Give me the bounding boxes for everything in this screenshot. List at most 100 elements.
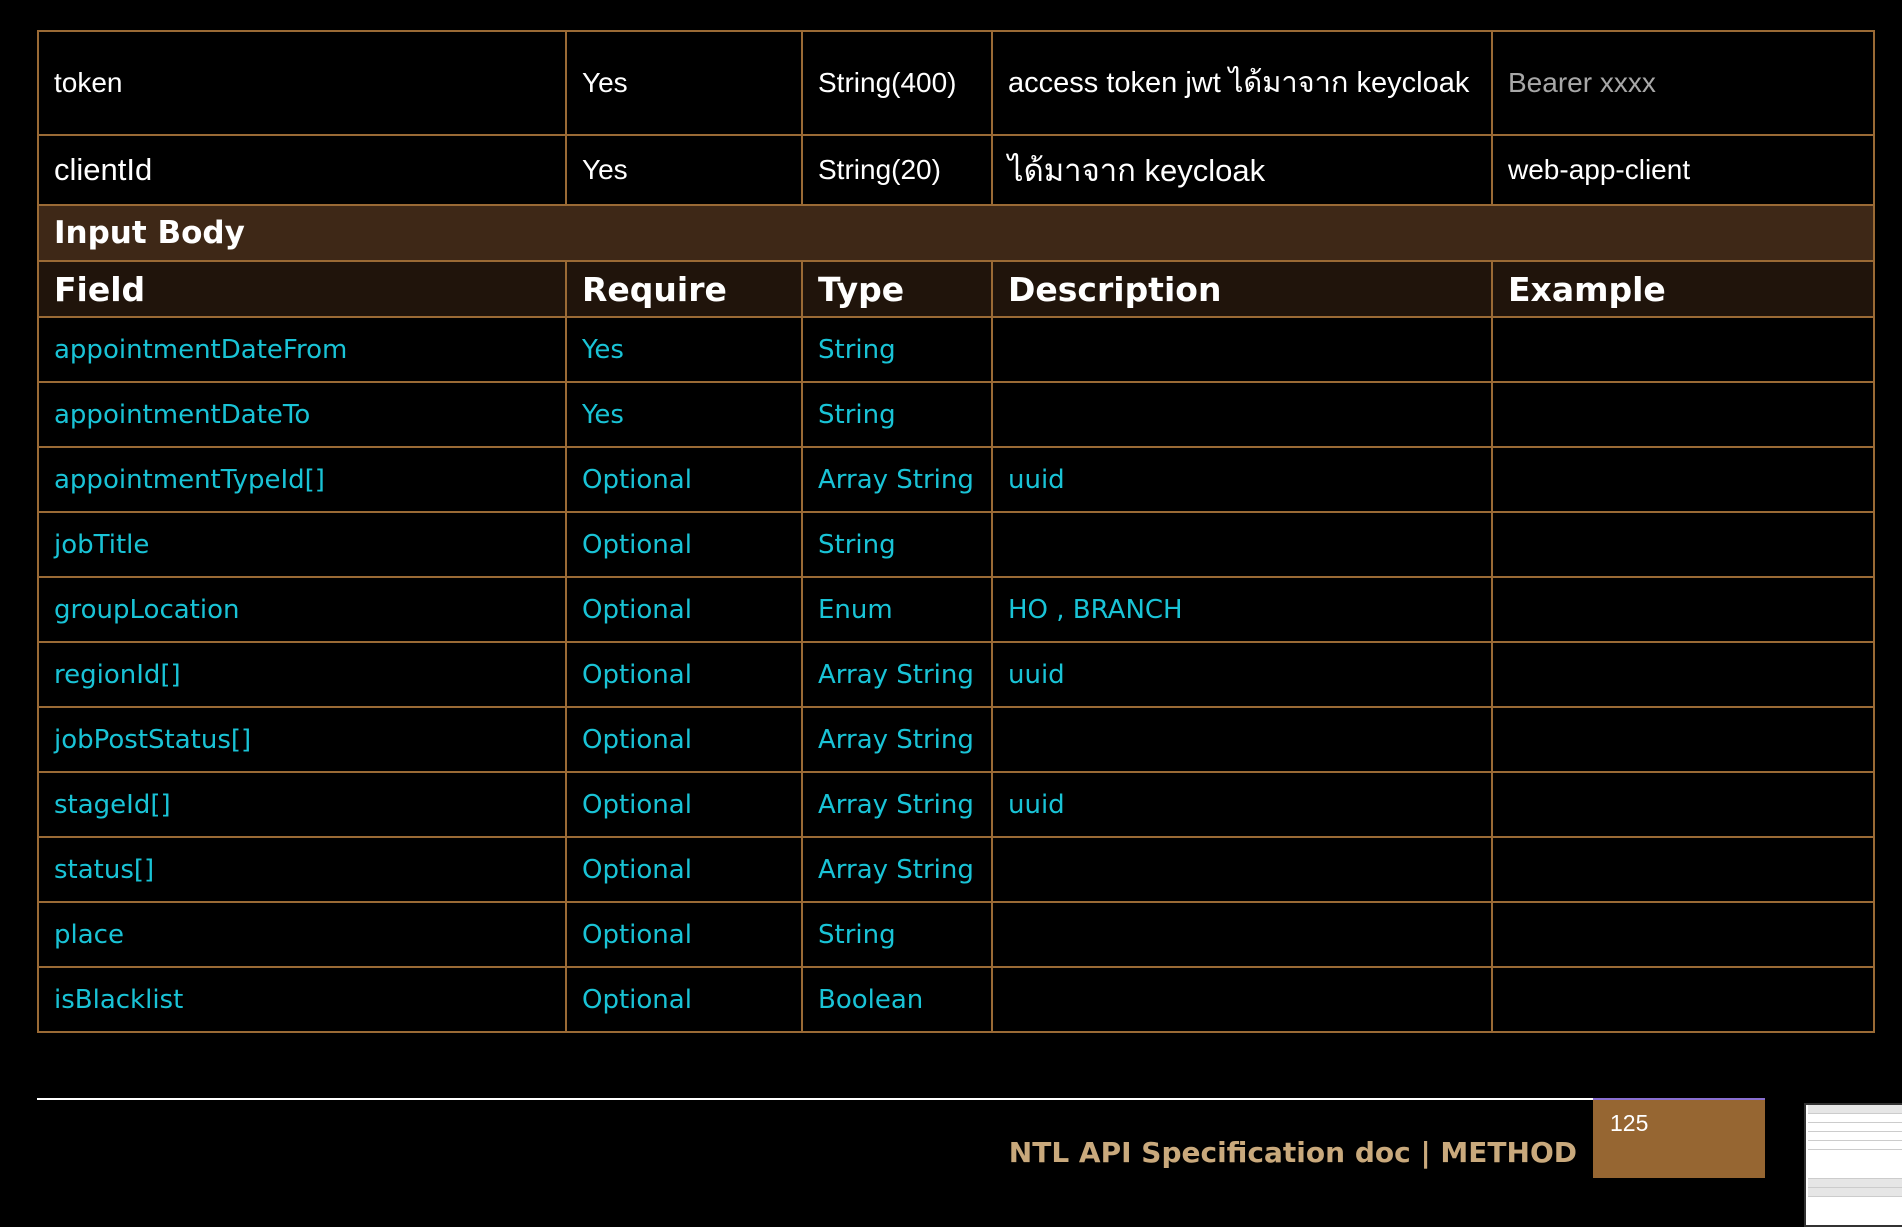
example-cell — [1491, 511, 1875, 578]
field-name-cell: regionId[] — [37, 641, 567, 708]
page-number-box: 125 — [1593, 1098, 1765, 1178]
description-cell — [991, 901, 1493, 968]
column-header-row: Field Require Type Description Example — [37, 260, 1875, 318]
require-cell: Optional — [565, 511, 803, 578]
column-header-require: Require — [565, 260, 803, 318]
description-cell: uuid — [991, 446, 1493, 513]
require-cell: Yes — [565, 316, 803, 383]
column-header-type: Type — [801, 260, 993, 318]
description-cell: HO , BRANCH — [991, 576, 1493, 643]
description-cell — [991, 316, 1493, 383]
table-row: isBlacklist Optional Boolean — [37, 966, 1875, 1033]
field-name-cell: jobTitle — [37, 511, 567, 578]
header-description-cell: access token jwt ได้มาจาก keycloak — [991, 30, 1493, 136]
description-cell: uuid — [991, 641, 1493, 708]
column-header-example: Example — [1491, 260, 1875, 318]
header-field-cell: token — [37, 30, 567, 136]
field-name-cell: jobPostStatus[] — [37, 706, 567, 773]
thumbnail-line — [1808, 1114, 1902, 1123]
description-cell: uuid — [991, 771, 1493, 838]
header-field-cell: clientId — [37, 134, 567, 206]
table-row: appointmentDateFrom Yes String — [37, 316, 1875, 383]
field-name-cell: place — [37, 901, 567, 968]
table-row: appointmentTypeId[] Optional Array Strin… — [37, 446, 1875, 513]
description-cell — [991, 966, 1493, 1033]
table-row: appointmentDateTo Yes String — [37, 381, 1875, 448]
require-cell: Optional — [565, 771, 803, 838]
field-name-cell: groupLocation — [37, 576, 567, 643]
description-cell — [991, 706, 1493, 773]
header-require-cell: Yes — [565, 30, 803, 136]
type-cell: Array String — [801, 446, 993, 513]
footer-title: NTL API Specification doc | METHOD — [1008, 1136, 1577, 1169]
api-spec-table: token Yes String(400) access token jwt ไ… — [37, 30, 1875, 1033]
header-type-cell: String(20) — [801, 134, 993, 206]
header-example-cell: Bearer xxxx — [1491, 30, 1875, 136]
example-cell — [1491, 316, 1875, 383]
section-row: Input Body — [37, 204, 1875, 262]
require-cell: Optional — [565, 446, 803, 513]
example-cell — [1491, 901, 1875, 968]
thumbnail-line — [1808, 1141, 1902, 1150]
header-require-cell: Yes — [565, 134, 803, 206]
type-cell: String — [801, 511, 993, 578]
example-cell — [1491, 706, 1875, 773]
table-row: regionId[] Optional Array String uuid — [37, 641, 1875, 708]
footer-divider — [37, 1098, 1595, 1100]
example-cell — [1491, 836, 1875, 903]
page-number: 125 — [1610, 1110, 1649, 1136]
field-name-cell: stageId[] — [37, 771, 567, 838]
table-row: jobTitle Optional String — [37, 511, 1875, 578]
example-cell — [1491, 641, 1875, 708]
require-cell: Optional — [565, 966, 803, 1033]
example-cell — [1491, 576, 1875, 643]
header-row-clientid: clientId Yes String(20) ได้มาจาก keycloa… — [37, 134, 1875, 206]
require-cell: Optional — [565, 901, 803, 968]
field-name-cell: appointmentTypeId[] — [37, 446, 567, 513]
type-cell: String — [801, 381, 993, 448]
field-name-cell: appointmentDateFrom — [37, 316, 567, 383]
type-cell: Array String — [801, 836, 993, 903]
type-cell: Array String — [801, 641, 993, 708]
column-header-field: Field — [37, 260, 567, 318]
description-cell — [991, 836, 1493, 903]
example-cell — [1491, 446, 1875, 513]
table-row: stageId[] Optional Array String uuid — [37, 771, 1875, 838]
section-title: Input Body — [37, 204, 1875, 262]
thumbnail-line — [1808, 1123, 1902, 1132]
table-row: place Optional String — [37, 901, 1875, 968]
example-cell — [1491, 381, 1875, 448]
table-row: status[] Optional Array String — [37, 836, 1875, 903]
table-row: groupLocation Optional Enum HO , BRANCH — [37, 576, 1875, 643]
thumbnail-line — [1808, 1179, 1902, 1188]
require-cell: Optional — [565, 836, 803, 903]
description-cell — [991, 511, 1493, 578]
type-cell: Boolean — [801, 966, 993, 1033]
thumbnail-line — [1808, 1150, 1902, 1179]
example-cell — [1491, 966, 1875, 1033]
header-example-cell: web-app-client — [1491, 134, 1875, 206]
header-row-token: token Yes String(400) access token jwt ไ… — [37, 30, 1875, 136]
example-cell — [1491, 771, 1875, 838]
require-cell: Optional — [565, 641, 803, 708]
thumbnail-line — [1808, 1188, 1902, 1197]
require-cell: Optional — [565, 576, 803, 643]
field-name-cell: isBlacklist — [37, 966, 567, 1033]
header-type-cell: String(400) — [801, 30, 993, 136]
thumbnail-line — [1808, 1105, 1902, 1114]
require-cell: Optional — [565, 706, 803, 773]
table-row: jobPostStatus[] Optional Array String — [37, 706, 1875, 773]
thumbnail-line — [1808, 1132, 1902, 1141]
type-cell: String — [801, 316, 993, 383]
field-name-cell: status[] — [37, 836, 567, 903]
require-cell: Yes — [565, 381, 803, 448]
type-cell: Array String — [801, 706, 993, 773]
field-name-cell: appointmentDateTo — [37, 381, 567, 448]
type-cell: Array String — [801, 771, 993, 838]
description-cell — [991, 381, 1493, 448]
column-header-description: Description — [991, 260, 1493, 318]
header-description-cell: ได้มาจาก keycloak — [991, 134, 1493, 206]
type-cell: Enum — [801, 576, 993, 643]
type-cell: String — [801, 901, 993, 968]
slide-thumbnail[interactable] — [1804, 1103, 1902, 1227]
